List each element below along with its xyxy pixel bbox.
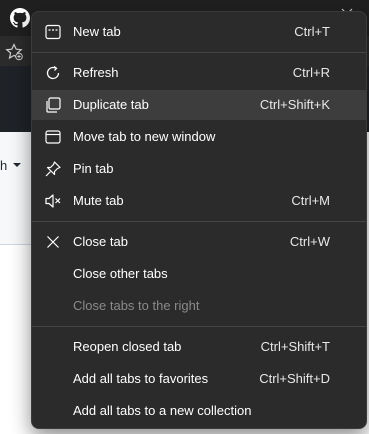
menu-divider bbox=[32, 221, 366, 222]
menu-item-shortcut: Ctrl+Shift+T bbox=[260, 339, 330, 354]
menu-divider bbox=[32, 52, 366, 53]
menu-item-label: Pin tab bbox=[73, 161, 114, 176]
menu-item-add-all-tabs-to-favorites[interactable]: Add all tabs to favorites Ctrl+Shift+D bbox=[32, 364, 366, 394]
menu-item-close-other-tabs[interactable]: Close other tabs bbox=[32, 259, 366, 289]
menu-item-shortcut: Ctrl+M bbox=[291, 193, 330, 208]
menu-item-duplicate-tab[interactable]: Duplicate tab Ctrl+Shift+K bbox=[32, 90, 366, 120]
speaker-mute-icon bbox=[45, 194, 61, 208]
menu-item-shortcut: Ctrl+W bbox=[289, 234, 330, 249]
menu-item-reopen-closed-tab[interactable]: Reopen closed tab Ctrl+Shift+T bbox=[32, 332, 366, 362]
menu-item-refresh[interactable]: Refresh Ctrl+R bbox=[32, 58, 366, 88]
menu-item-label: Refresh bbox=[73, 65, 119, 80]
window-icon bbox=[45, 130, 61, 144]
menu-item-label: Add all tabs to a new collection bbox=[73, 403, 252, 418]
menu-item-shortcut: Ctrl+Shift+D bbox=[259, 371, 330, 386]
close-icon bbox=[47, 236, 59, 248]
duplicate-icon bbox=[46, 97, 61, 113]
menu-item-close-tabs-to-the-right: Close tabs to the right bbox=[32, 291, 366, 321]
menu-divider bbox=[32, 326, 366, 327]
pin-icon bbox=[45, 161, 61, 177]
menu-item-label: Mute tab bbox=[73, 193, 124, 208]
menu-item-label: Add all tabs to favorites bbox=[73, 371, 209, 386]
menu-item-label: Close tab bbox=[73, 234, 128, 249]
menu-item-shortcut: Ctrl+R bbox=[292, 65, 330, 80]
menu-item-mute-tab[interactable]: Mute tab Ctrl+M bbox=[32, 186, 366, 216]
menu-item-move-tab-to-new-window[interactable]: Move tab to new window bbox=[32, 122, 366, 152]
menu-item-close-tab[interactable]: Close tab Ctrl+W bbox=[32, 227, 366, 257]
branch-selector-label[interactable]: h bbox=[0, 158, 7, 173]
menu-item-label: Move tab to new window bbox=[73, 129, 216, 144]
menu-item-add-all-tabs-to-collection[interactable]: Add all tabs to a new collection bbox=[32, 396, 366, 426]
tab-context-menu: New tab Ctrl+T Refresh Ctrl+R Duplicate … bbox=[31, 11, 367, 429]
refresh-icon bbox=[46, 65, 60, 80]
menu-item-label: Reopen closed tab bbox=[73, 339, 182, 354]
menu-item-label: Duplicate tab bbox=[73, 97, 149, 112]
menu-item-label: New tab bbox=[73, 24, 121, 39]
new-tab-icon bbox=[45, 24, 61, 40]
menu-item-new-tab[interactable]: New tab Ctrl+T bbox=[32, 17, 366, 47]
menu-item-label: Close other tabs bbox=[73, 266, 168, 281]
github-icon[interactable] bbox=[10, 8, 30, 28]
menu-item-pin-tab[interactable]: Pin tab bbox=[32, 154, 366, 184]
menu-item-label: Close tabs to the right bbox=[73, 298, 200, 313]
menu-item-shortcut: Ctrl+T bbox=[294, 24, 330, 39]
chevron-down-icon[interactable] bbox=[12, 161, 22, 169]
add-favorite-icon[interactable] bbox=[4, 42, 24, 62]
menu-item-shortcut: Ctrl+Shift+K bbox=[259, 97, 330, 112]
